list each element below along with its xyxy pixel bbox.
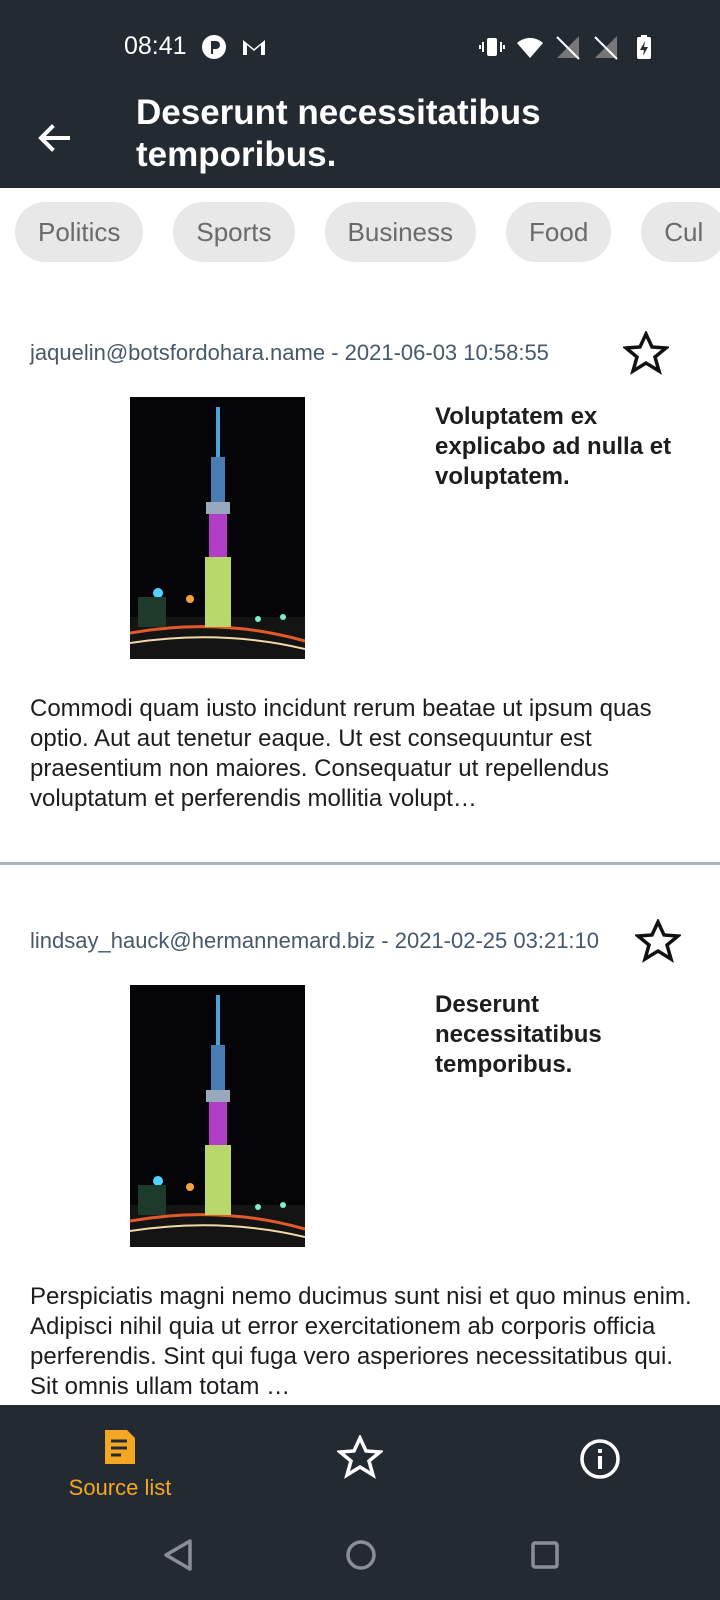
home-circle-icon[interactable] (341, 1535, 381, 1575)
divider (0, 862, 720, 865)
app-notification-icon (202, 35, 226, 59)
nav-source-list[interactable]: Source list (0, 1405, 240, 1513)
category-chips: Politics Sports Business Food Cul (0, 190, 720, 282)
chip-business[interactable]: Business (324, 202, 477, 262)
back-triangle-icon[interactable] (158, 1535, 198, 1575)
article-icon (105, 1430, 135, 1464)
gmail-icon (243, 40, 265, 55)
nav-favorites[interactable] (240, 1405, 480, 1513)
status-bar: 08:41 (0, 0, 720, 96)
nav-info[interactable] (480, 1405, 720, 1513)
page-title: Deserunt necessitatibus temporibus. (136, 93, 541, 174)
star-icon[interactable] (635, 919, 681, 965)
article-thumbnail (130, 985, 305, 1247)
no-signal-icon-2 (594, 36, 618, 60)
system-navigation-bar (0, 1513, 720, 1600)
article-title: Voluptatem ex explicabo ad nulla et volu… (435, 403, 672, 490)
bottom-navigation: Source list (0, 1405, 720, 1513)
article-body: Commodi quam iusto incidunt rerum beatae… (30, 695, 652, 812)
no-signal-icon (556, 36, 580, 60)
nav-source-list-label: Source list (68, 1475, 172, 1500)
battery-charging-icon (637, 35, 651, 59)
article-meta: lindsay_hauck@hermannemard.biz - 2021-02… (30, 928, 600, 953)
wifi-icon (517, 37, 543, 58)
chip-food[interactable]: Food (506, 202, 612, 262)
chip-sports[interactable]: Sports (173, 202, 295, 262)
article-thumbnail (130, 397, 305, 659)
recents-square-icon[interactable] (525, 1535, 565, 1575)
chip-politics[interactable]: Politics (15, 202, 144, 262)
back-arrow-icon[interactable] (30, 114, 78, 162)
article-body: Perspiciatis magni nemo ducimus sunt nis… (30, 1283, 692, 1400)
star-outline-icon (337, 1435, 383, 1479)
article-meta: jaquelin@botsfordohara.name - 2021-06-03… (30, 340, 549, 365)
article-title: Deserunt necessitatibus temporibus. (435, 991, 602, 1078)
vibrate-icon (479, 38, 505, 56)
app-bar: Deserunt necessitatibus temporibus. (0, 93, 720, 188)
star-icon[interactable] (623, 331, 669, 377)
chip-culture[interactable]: Cul (641, 202, 720, 262)
info-icon (580, 1439, 620, 1479)
status-time: 08:41 (124, 32, 187, 60)
